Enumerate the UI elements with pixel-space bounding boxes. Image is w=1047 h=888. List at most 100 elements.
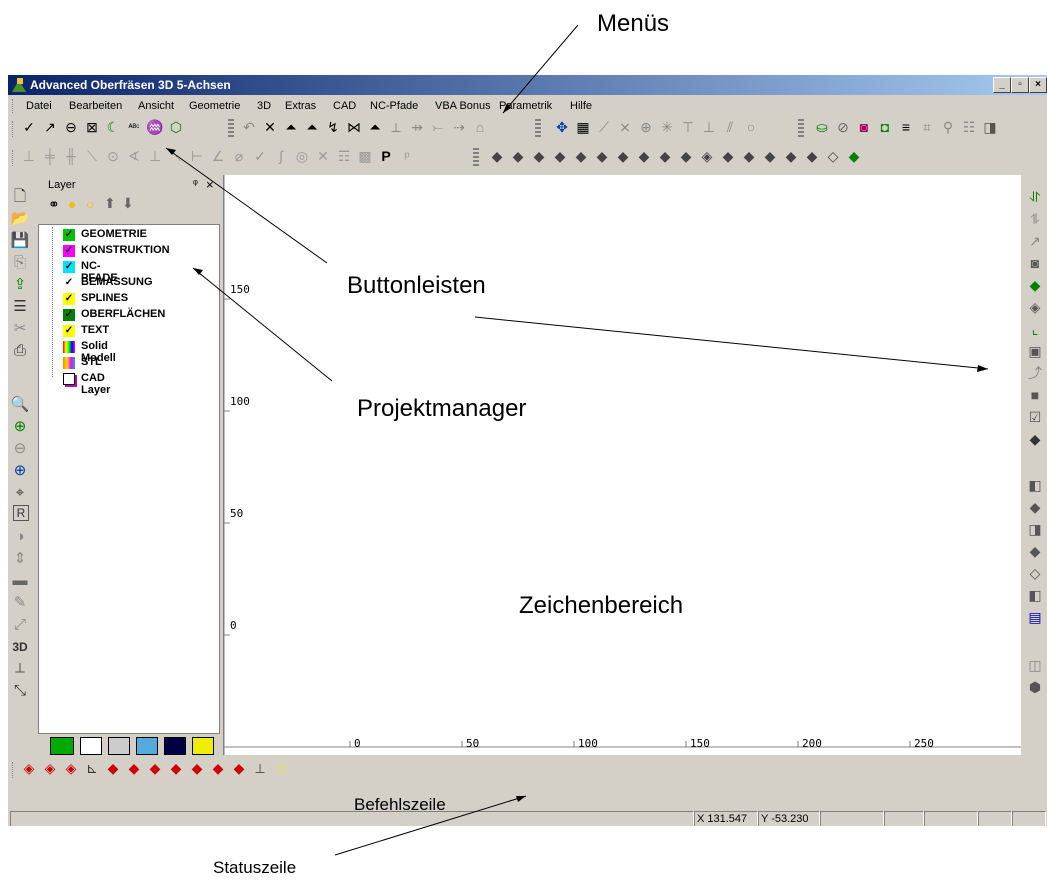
- axis-icon[interactable]: ⤢: [10, 615, 30, 635]
- maximize-button[interactable]: ▫: [1011, 77, 1029, 93]
- zoom-in-icon[interactable]: ⊕: [10, 417, 30, 437]
- solid-fillet-icon[interactable]: ◆: [593, 147, 611, 165]
- hatch-icon[interactable]: ⊘: [834, 118, 852, 136]
- 3d-mesh-icon[interactable]: ◫: [1025, 655, 1045, 675]
- drawing-area[interactable]: 150 100 50 0 0 50 100 150 200 250: [223, 175, 1021, 755]
- snap-intersection-icon[interactable]: ✳: [658, 118, 676, 136]
- view-frame-icon[interactable]: □: [272, 759, 290, 777]
- dim-icon[interactable]: ⌗: [918, 118, 936, 136]
- circle-tool-icon[interactable]: ⊖: [62, 118, 80, 136]
- view-back-icon[interactable]: ◈: [41, 759, 59, 777]
- solid-revolve-icon[interactable]: ◆: [509, 147, 527, 165]
- dim-aligned-icon[interactable]: ⟍: [83, 147, 101, 165]
- solid-torus-icon[interactable]: ◆: [782, 147, 800, 165]
- break-icon[interactable]: ⤚: [429, 118, 447, 136]
- view-top-icon[interactable]: ◆: [125, 759, 143, 777]
- menu-parametrik[interactable]: Parametrik: [499, 100, 552, 112]
- export-icon[interactable]: ⇪: [10, 275, 30, 295]
- snap-line-icon[interactable]: ⟋: [595, 118, 613, 136]
- view-right-icon[interactable]: ◆: [104, 759, 122, 777]
- dim-cross-icon[interactable]: ✕: [314, 147, 332, 165]
- nc-drill-icon[interactable]: ⥯: [1025, 187, 1045, 207]
- tab-grid-icon[interactable]: [192, 737, 214, 755]
- 3d-cone-icon[interactable]: ◆: [1025, 541, 1045, 561]
- zoom-all-icon[interactable]: ⊕: [10, 461, 30, 481]
- check-icon[interactable]: ✓: [63, 245, 75, 257]
- solid-loft-icon[interactable]: ◆: [551, 147, 569, 165]
- print-icon[interactable]: ⎙: [10, 341, 30, 361]
- spline-tool-icon[interactable]: ♒: [146, 118, 164, 136]
- fillet-icon[interactable]: ⌂: [471, 118, 489, 136]
- check-icon[interactable]: ✓: [63, 309, 75, 321]
- snap-move-icon[interactable]: ✥: [553, 118, 571, 136]
- orbit-icon[interactable]: ⇕: [10, 549, 30, 569]
- tab-3d-icon[interactable]: [108, 737, 130, 755]
- nc-list-icon[interactable]: ☑: [1025, 407, 1045, 427]
- nc-sim-icon[interactable]: ⤴: [1025, 363, 1045, 383]
- tab-layer-icon[interactable]: [50, 737, 74, 755]
- tab-nc-icon[interactable]: [164, 737, 186, 755]
- dim-check-icon[interactable]: ✓: [251, 147, 269, 165]
- nc-tool-icon[interactable]: ▣: [1025, 341, 1045, 361]
- solid-cone-icon[interactable]: ◆: [740, 147, 758, 165]
- solid-wire-icon[interactable]: ◇: [824, 147, 842, 165]
- solid-box-icon[interactable]: ◈: [698, 147, 716, 165]
- view-left-icon[interactable]: ◈: [62, 759, 80, 777]
- param-p-icon[interactable]: P: [377, 147, 395, 165]
- measure-icon[interactable]: ⚲: [939, 118, 957, 136]
- dim-leader-icon[interactable]: ⟍: [167, 147, 185, 165]
- check-icon[interactable]: ✓: [63, 325, 75, 337]
- undo-icon[interactable]: ↶: [240, 118, 258, 136]
- layer-stack-icon[interactable]: [63, 373, 75, 385]
- polygon-tool-icon[interactable]: ⬡: [167, 118, 185, 136]
- dim-target-icon[interactable]: ◎: [293, 147, 311, 165]
- pan-icon[interactable]: ⌖: [10, 483, 30, 503]
- close-button[interactable]: ×: [1029, 77, 1047, 93]
- dim-chain-icon[interactable]: ⊢: [188, 147, 206, 165]
- check-icon[interactable]: ✓: [63, 293, 75, 305]
- dim-parallel-icon[interactable]: ╫: [62, 147, 80, 165]
- dim-angle-icon[interactable]: ∢: [125, 147, 143, 165]
- solid-intersect-icon[interactable]: ◆: [677, 147, 695, 165]
- copy-up-icon[interactable]: ⏶: [303, 118, 321, 136]
- dim-arc-icon[interactable]: ∠: [209, 147, 227, 165]
- rectangle-tool-icon[interactable]: ⊠: [83, 118, 101, 136]
- join-icon[interactable]: ⇢: [450, 118, 468, 136]
- 3d-solid-icon[interactable]: ⬢: [1025, 677, 1045, 697]
- view-iso1-icon[interactable]: ◆: [167, 759, 185, 777]
- simulate-icon[interactable]: ◘: [876, 118, 894, 136]
- nc-contour-icon[interactable]: ↗: [1025, 231, 1045, 251]
- arrow-down-icon[interactable]: ⬇: [122, 195, 134, 212]
- tool-db-icon[interactable]: ⛀: [813, 118, 831, 136]
- snap-center-icon[interactable]: ⊕: [637, 118, 655, 136]
- cut-icon[interactable]: ✂: [10, 319, 30, 339]
- dim-table-icon[interactable]: ☶: [335, 147, 353, 165]
- fit-icon[interactable]: ⤡: [10, 681, 30, 701]
- solid-union-icon[interactable]: ◆: [635, 147, 653, 165]
- bulb-on-icon[interactable]: ●: [68, 196, 76, 212]
- multicolor-icon[interactable]: [63, 357, 75, 369]
- nc-probe-icon[interactable]: ⌞: [1025, 319, 1045, 339]
- view-3d-icon[interactable]: 3D: [10, 637, 30, 657]
- mirror-icon[interactable]: ⋈: [345, 118, 363, 136]
- rotate-icon[interactable]: ↯: [324, 118, 342, 136]
- 3d-sweep-icon[interactable]: ◇: [1025, 563, 1045, 583]
- menu-vba-bonus[interactable]: VBA Bonus: [435, 100, 491, 112]
- shade-icon[interactable]: ▬: [10, 571, 30, 591]
- view-icon[interactable]: ◑: [10, 527, 30, 547]
- menu-nc-pfade[interactable]: NC-Pfade: [370, 100, 418, 112]
- nc-block-icon[interactable]: ■: [1025, 385, 1045, 405]
- dim-diameter-icon[interactable]: ⌀: [230, 147, 248, 165]
- 3d-cyl-icon[interactable]: ◨: [1025, 519, 1045, 539]
- zoom-window-icon[interactable]: 🔍: [10, 395, 30, 415]
- extend-icon[interactable]: ⇸: [408, 118, 426, 136]
- save-file-icon[interactable]: 💾: [10, 231, 30, 251]
- tab-list-icon[interactable]: [80, 737, 102, 755]
- 3d-box-icon[interactable]: ◧: [1025, 475, 1045, 495]
- bulb-off-icon[interactable]: ○: [86, 196, 94, 212]
- minimize-button[interactable]: _: [993, 77, 1011, 93]
- menu-ansicht[interactable]: Ansicht: [138, 100, 174, 112]
- arc-tool-icon[interactable]: ↗: [41, 118, 59, 136]
- move-up-icon[interactable]: ⏶: [282, 118, 300, 136]
- open-file-icon[interactable]: 📂: [10, 209, 30, 229]
